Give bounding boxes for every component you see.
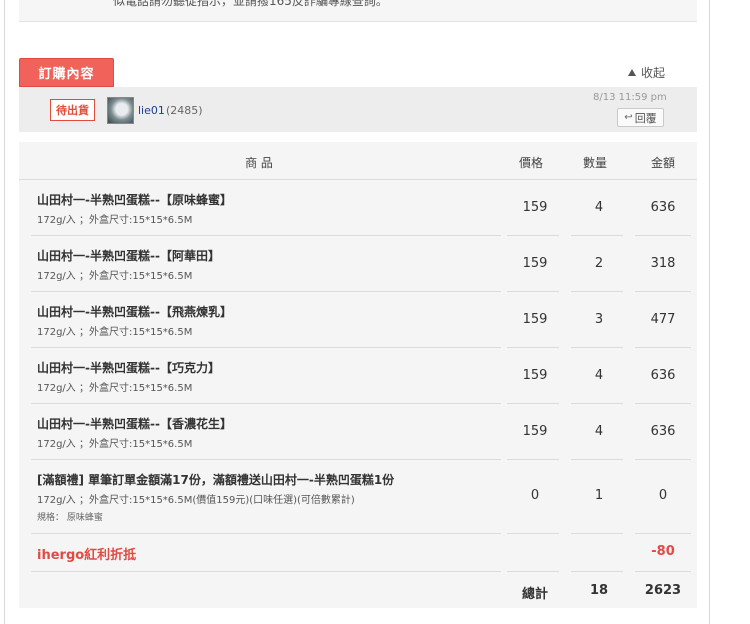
amount: 477	[650, 312, 676, 327]
product-spec: 172g/入 ；外盒尺寸:15*15*6.5M	[37, 215, 193, 226]
reply-button[interactable]: ↩ 回覆	[617, 108, 664, 127]
header-amount: 金額	[650, 156, 675, 170]
bonus-row: ihergo紅利折抵 -80	[19, 534, 697, 572]
amount: 636	[650, 200, 676, 215]
quantity: 3	[594, 312, 604, 327]
quantity: 2	[594, 256, 604, 271]
table-row: 山田村一-半熟凹蛋糕--【香濃花生】 172g/入 ；外盒尺寸:15*15*6.…	[19, 404, 697, 460]
user-name-link[interactable]: lie01	[138, 104, 165, 117]
quantity: 4	[594, 200, 604, 215]
total-quantity: 18	[589, 583, 609, 598]
product-spec: 172g/入 ；外盒尺寸:15*15*6.5M	[37, 439, 193, 450]
amount: 318	[650, 256, 676, 271]
product-name: 山田村一-半熟凹蛋糕--【巧克力】	[37, 361, 220, 375]
header-price: 價格	[518, 156, 543, 170]
total-amount: 2623	[644, 583, 682, 598]
table-row: 山田村一-半熟凹蛋糕--【原味蜂蜜】 172g/入 ；外盒尺寸:15*15*6.…	[19, 180, 697, 236]
triangle-up-icon	[628, 69, 636, 76]
product-spec: 172g/入 ；外盒尺寸:15*15*6.5M	[37, 327, 193, 338]
bonus-label: ihergo紅利折抵	[37, 548, 137, 563]
total-label: 總計	[521, 587, 548, 602]
amount: 636	[650, 424, 676, 439]
status-badge: 待出貨	[50, 99, 95, 121]
gift-price: 0	[530, 488, 540, 503]
amount: 636	[650, 368, 676, 383]
product-spec: 172g/入 ；外盒尺寸:15*15*6.5M	[37, 271, 193, 282]
collapse-button[interactable]: 收起	[628, 64, 665, 81]
order-panel: 似電話請勿聽從指示，並請撥165反詐騙專線查詢。 訂購內容 收起 待出貨 lie…	[4, 0, 710, 624]
total-row: 總計 18 2623	[19, 572, 697, 608]
avatar[interactable]	[107, 97, 134, 124]
collapse-label: 收起	[641, 66, 666, 80]
user-score: (2485)	[166, 104, 203, 117]
bonus-amount: -80	[651, 544, 675, 559]
table-row: 山田村一-半熟凹蛋糕--【飛燕煉乳】 172g/入 ；外盒尺寸:15*15*6.…	[19, 292, 697, 348]
quantity: 4	[594, 368, 604, 383]
header-qty: 數量	[582, 156, 607, 170]
gift-amount: 0	[658, 488, 668, 503]
gift-row: [滿額禮] 單筆訂單金額滿17份，滿額禮送山田村一-半熟凹蛋糕1份 172g/入…	[19, 460, 697, 534]
gift-quantity: 1	[594, 488, 604, 503]
price: 159	[522, 312, 548, 327]
price: 159	[522, 256, 548, 271]
quantity: 4	[594, 424, 604, 439]
product-name: 山田村一-半熟凹蛋糕--【原味蜂蜜】	[37, 193, 232, 207]
gift-spec: 172g/入 ；外盒尺寸:15*15*6.5M(價值159元)(口味任選)(可倍…	[37, 495, 355, 506]
order-header-bar: 待出貨 lie01 (2485) 8/13 11:59 pm ↩ 回覆	[19, 87, 697, 132]
order-content-tab[interactable]: 訂購內容	[19, 58, 114, 87]
price: 159	[522, 200, 548, 215]
table-row: 山田村一-半熟凹蛋糕--【巧克力】 172g/入 ；外盒尺寸:15*15*6.5…	[19, 348, 697, 404]
gift-option: 規格： 原味蜂蜜	[37, 513, 103, 523]
anti-fraud-notice: 似電話請勿聽從指示，並請撥165反詐騙專線查詢。	[19, 0, 697, 22]
product-name: 山田村一-半熟凹蛋糕--【阿華田】	[37, 249, 220, 263]
product-spec: 172g/入 ；外盒尺寸:15*15*6.5M	[37, 383, 193, 394]
price: 159	[522, 368, 548, 383]
order-timestamp: 8/13 11:59 pm	[593, 92, 667, 103]
price: 159	[522, 424, 548, 439]
order-items-table: 商 品 價格 數量 金額 山田村一-半熟凹蛋糕--【原味蜂蜜】 172g/入 ；…	[19, 142, 697, 608]
reply-arrow-icon: ↩	[624, 112, 633, 123]
reply-label: 回覆	[634, 111, 657, 125]
header-product: 商 品	[245, 156, 273, 170]
product-name: 山田村一-半熟凹蛋糕--【飛燕煉乳】	[37, 305, 232, 319]
table-header-row: 商 品 價格 數量 金額	[19, 142, 697, 180]
product-name: 山田村一-半熟凹蛋糕--【香濃花生】	[37, 417, 232, 431]
gift-name: [滿額禮] 單筆訂單金額滿17份，滿額禮送山田村一-半熟凹蛋糕1份	[37, 473, 395, 487]
notice-text: 似電話請勿聽從指示，並請撥165反詐騙專線查詢。	[113, 0, 388, 8]
table-row: 山田村一-半熟凹蛋糕--【阿華田】 172g/入 ；外盒尺寸:15*15*6.5…	[19, 236, 697, 292]
